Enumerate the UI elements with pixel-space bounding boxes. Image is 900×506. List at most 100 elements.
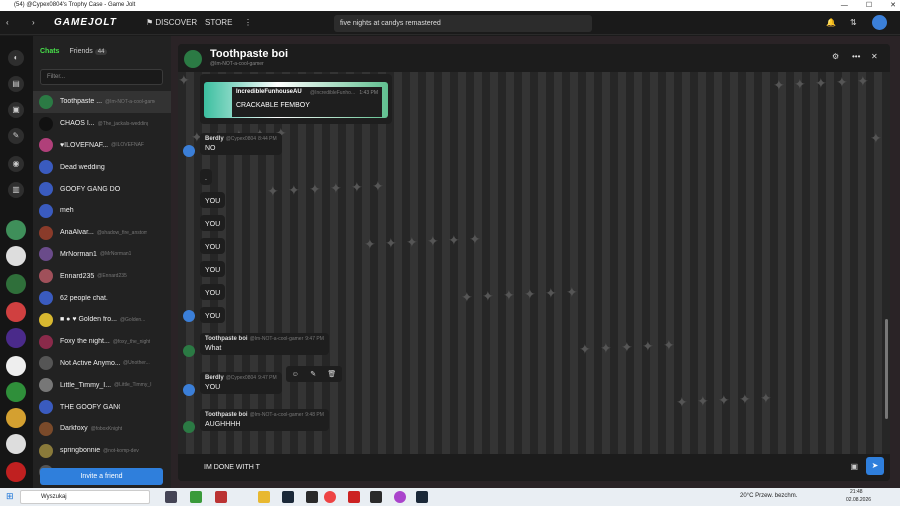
chat-list-item[interactable]: Darkfoxy @foboxKnight xyxy=(33,418,171,440)
chat-title[interactable]: Toothpaste boi xyxy=(210,48,288,60)
notifications-icon[interactable]: 🔔 xyxy=(826,11,836,35)
close-chat-icon[interactable]: ✕ xyxy=(871,52,878,61)
chat-list-item[interactable]: MrNorman1 @MrNorman1 xyxy=(33,244,171,266)
message-avatar[interactable] xyxy=(183,310,195,322)
chat-message[interactable]: YOU xyxy=(200,215,226,231)
chat-list-item[interactable]: Not Active Anymo... @Unother... xyxy=(33,353,171,375)
user-avatar[interactable] xyxy=(872,15,887,30)
invite-friend-button[interactable]: Invite a friend xyxy=(40,468,163,485)
taskview-icon[interactable] xyxy=(165,491,177,503)
chat-message[interactable]: Toothpaste boi @Im-NOT-a-cool-gamer 9:48 P… xyxy=(200,409,329,431)
community-avatar[interactable] xyxy=(6,302,26,322)
close-window-icon[interactable]: ✕ xyxy=(890,0,896,11)
message-avatar[interactable] xyxy=(183,384,195,396)
community-avatar[interactable] xyxy=(6,220,26,240)
chat-message[interactable]: Berdly @Cypex0804 9:47 PM YOU xyxy=(200,372,282,394)
community-avatar[interactable] xyxy=(6,462,26,482)
comment-icon[interactable]: ◉ xyxy=(8,156,24,172)
message-author[interactable]: Toothpaste boi xyxy=(205,412,248,418)
chat-list-item[interactable]: Foxy the night... @foxy_the_night xyxy=(33,331,171,353)
chat-username: @Im-NOT-a-cool-gamer xyxy=(105,98,156,105)
message-avatar[interactable] xyxy=(183,145,195,157)
windows-start-icon[interactable]: ⊞ xyxy=(6,491,14,502)
tab-friends[interactable]: Friends 44 xyxy=(69,48,108,55)
message-author[interactable]: Toothpaste boi xyxy=(205,336,248,342)
folder-icon[interactable] xyxy=(258,491,270,503)
chat-list-item[interactable]: ■ ● ♥ Golden fro... @Golden... xyxy=(33,309,171,331)
community-avatar[interactable] xyxy=(6,356,26,376)
message-avatar[interactable] xyxy=(183,421,195,433)
chat-message[interactable]: YOU xyxy=(200,307,226,323)
chat-list-item[interactable]: springbonnie @not-komp-dev xyxy=(33,440,171,462)
chat-message[interactable]: YOU xyxy=(200,238,226,254)
search-input[interactable]: five nights at candys remastered xyxy=(334,15,592,32)
community-avatar[interactable] xyxy=(6,246,26,266)
tab-chats[interactable]: Chats xyxy=(40,48,59,55)
community-avatar[interactable] xyxy=(6,434,26,454)
chat-icon[interactable]: ◐ xyxy=(8,50,24,66)
chat-list-item[interactable]: Ennard235 @Ennard235 xyxy=(33,265,171,287)
chat-message[interactable]: . xyxy=(200,169,212,185)
minimize-icon[interactable]: — xyxy=(841,0,848,11)
friends-icon[interactable]: ⇅ xyxy=(850,11,857,35)
app-icon[interactable] xyxy=(348,491,360,503)
chat-list-item[interactable]: meh xyxy=(33,200,171,222)
store-link[interactable]: STORE xyxy=(205,11,232,35)
steam-icon[interactable] xyxy=(416,491,428,503)
gamejolt-logo[interactable]: GAMEJOLT xyxy=(54,17,117,28)
trophy-icon[interactable]: ▣ xyxy=(8,102,24,118)
more-options-icon[interactable]: ••• xyxy=(852,52,860,61)
chrome-icon[interactable] xyxy=(324,491,336,503)
send-button[interactable]: ➤ xyxy=(866,457,884,475)
chat-list-item[interactable]: Toothpaste ... @Im-NOT-a-cool-gamer xyxy=(33,91,171,113)
chat-message[interactable]: Toothpaste boi @Im-NOT-a-cool-gamer 9:47 P… xyxy=(200,333,329,355)
message-author[interactable]: Berdly xyxy=(205,136,224,142)
filter-input[interactable]: Filter... xyxy=(40,69,163,85)
chat-list-item[interactable]: Dead wedding xyxy=(33,156,171,178)
more-icon[interactable]: ⋮ xyxy=(244,11,252,35)
message-area[interactable]: IncredibleFunhouseAU @IncredibleFunho...… xyxy=(178,72,890,454)
message-input[interactable]: IM DONE WITH T xyxy=(200,459,864,477)
minecraft-icon[interactable] xyxy=(190,491,202,503)
edit-icon[interactable]: ✎ xyxy=(310,370,316,378)
scrollbar[interactable] xyxy=(885,319,888,419)
chat-list-item[interactable]: Little_Timmy_I... @Little_Timmy_I xyxy=(33,374,171,396)
chat-message[interactable]: YOU xyxy=(200,261,226,277)
chat-list-item[interactable]: ♥ILOVEFNAF... @ILOVEFNAF xyxy=(33,135,171,157)
message-avatar[interactable] xyxy=(183,345,195,357)
discover-link[interactable]: ⚑ DISCOVER xyxy=(146,11,197,35)
chat-list-item[interactable]: AnaAlvar... @shadow_fire_anstom xyxy=(33,222,171,244)
menu-icon[interactable]: ‹ xyxy=(6,11,9,35)
settings-icon[interactable]: ⚙ xyxy=(832,52,839,61)
message-time: 9:47 PM xyxy=(258,375,277,381)
chat-list-item[interactable]: 62 people chat. xyxy=(33,287,171,309)
delete-icon[interactable]: 🗑 xyxy=(327,370,336,378)
store-icon[interactable]: ▤ xyxy=(8,76,24,92)
quest-icon[interactable]: ✎ xyxy=(8,128,24,144)
react-icon[interactable]: ☺ xyxy=(292,371,299,378)
chat-list-item[interactable]: GOOFY GANG DON'T INVIT... xyxy=(33,178,171,200)
chat-message[interactable]: YOU xyxy=(200,192,226,208)
community-avatar[interactable] xyxy=(6,382,26,402)
message-author[interactable]: Berdly xyxy=(205,375,224,381)
community-avatar[interactable] xyxy=(6,328,26,348)
attach-icon[interactable]: ▣ xyxy=(850,462,858,471)
app-icon[interactable] xyxy=(215,491,227,503)
gamejolt-taskbar-icon[interactable] xyxy=(370,491,382,503)
chat-avatar[interactable] xyxy=(184,50,202,68)
chat-avatar xyxy=(39,291,53,306)
chat-list-item[interactable]: THE GOOFY GANG xyxy=(33,396,171,418)
app-icon[interactable] xyxy=(306,491,318,503)
community-avatar[interactable] xyxy=(6,408,26,428)
forward-icon[interactable]: › xyxy=(32,11,35,35)
library-icon[interactable]: ▥ xyxy=(8,182,24,198)
maximize-icon[interactable]: ☐ xyxy=(866,0,872,11)
chat-message[interactable]: YOU xyxy=(200,284,226,300)
community-avatar[interactable] xyxy=(6,274,26,294)
steam-icon[interactable] xyxy=(282,491,294,503)
weather-text[interactable]: 20°C Przew. bezchm. xyxy=(740,493,797,499)
browser-icon[interactable] xyxy=(394,491,406,503)
taskbar-search[interactable]: Wyszukaj xyxy=(20,490,150,504)
chat-list-item[interactable]: CHAOS I... @The_jackals-wedding xyxy=(33,113,171,135)
chat-message[interactable]: Berdly @Cypex0804 8:44 PM NO xyxy=(200,133,282,155)
